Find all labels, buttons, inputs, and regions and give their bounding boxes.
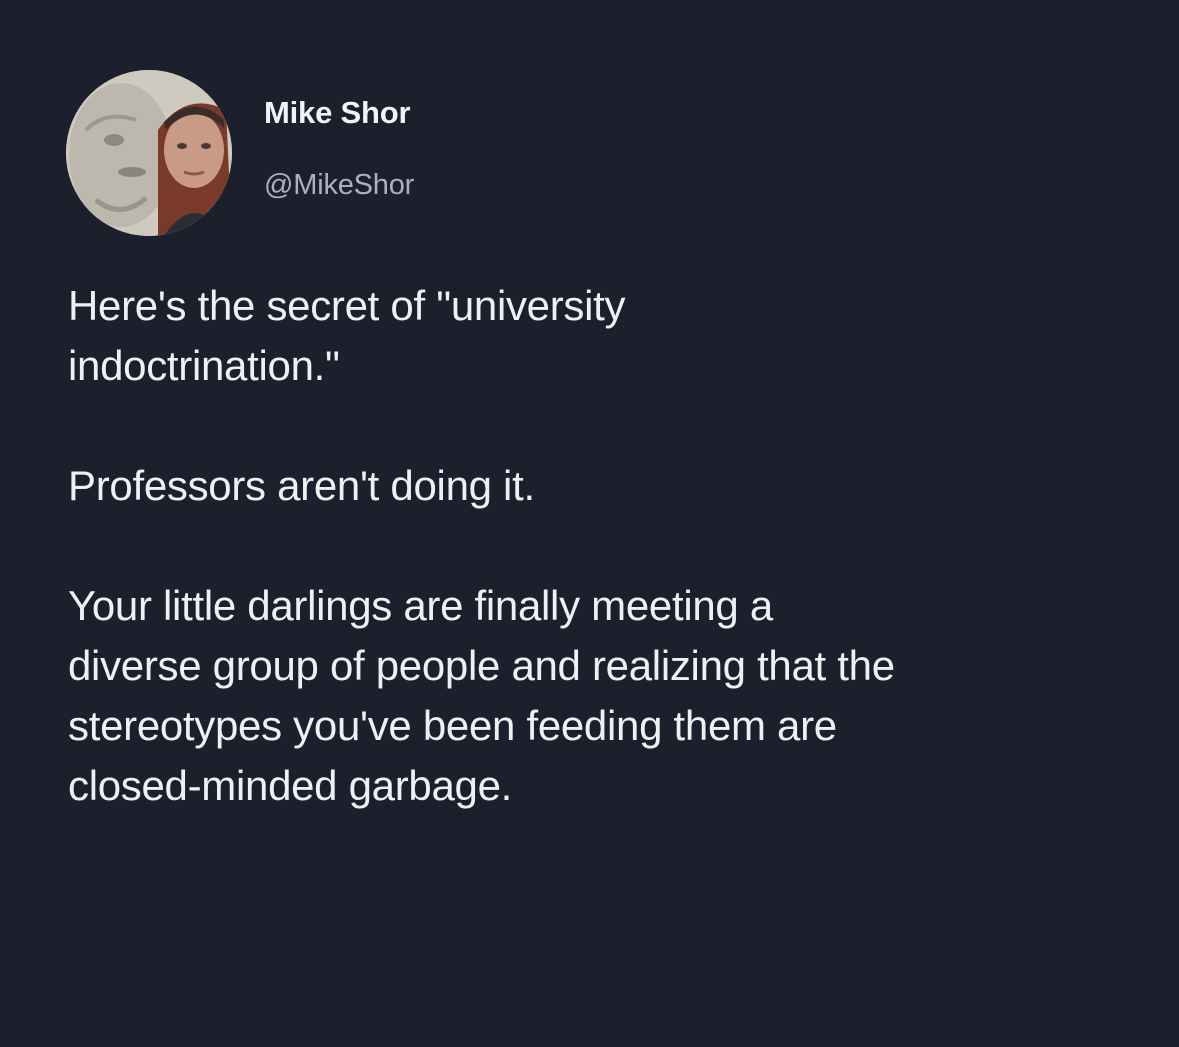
tweet-header: Mike Shor @MikeShor [66,70,414,236]
tweet-text: Here's the secret of "university indoctr… [68,276,1148,816]
avatar[interactable] [66,70,232,236]
tweet-paragraph: Professors aren't doing it. [68,462,535,509]
author-identity: Mike Shor @MikeShor [264,95,414,202]
profile-photo-icon [66,70,232,236]
author-display-name[interactable]: Mike Shor [264,95,414,131]
tweet-paragraph: Your little darlings are finally meeting… [68,582,895,809]
tweet-card: Mike Shor @MikeShor Here's the secret of… [0,0,1179,1047]
tweet-paragraph: Here's the secret of "university indoctr… [68,282,626,389]
author-handle[interactable]: @MikeShor [264,169,414,202]
